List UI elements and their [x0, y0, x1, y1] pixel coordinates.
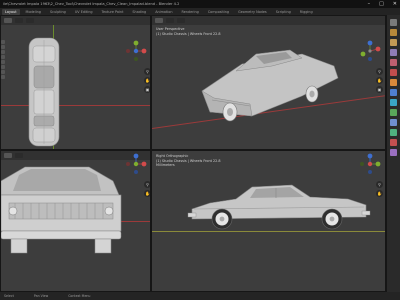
render-properties-icon[interactable] — [390, 29, 397, 36]
title-bar: ile\Chevrolet Impala 1963\2_Chev_Tool\Ch… — [0, 0, 400, 8]
tab-modeling[interactable]: Modeling — [23, 9, 44, 15]
close-button[interactable]: ✕ — [393, 1, 397, 7]
maximize-button[interactable]: □ — [379, 1, 384, 7]
view-controls: ⚲ ✋ — [144, 181, 150, 197]
car-side-view — [187, 184, 371, 230]
properties-sidebar — [386, 15, 400, 292]
camera-icon[interactable]: ▣ — [144, 86, 150, 93]
cursor-tool-icon[interactable] — [1, 45, 5, 49]
window-controls: – □ ✕ — [368, 1, 397, 7]
tab-sculpting[interactable]: Sculpting — [47, 9, 69, 15]
tab-rigging[interactable]: Rigging — [297, 9, 316, 15]
zoom-icon[interactable]: ⚲ — [144, 181, 150, 188]
annotate-tool-icon[interactable] — [1, 70, 5, 74]
hand-icon[interactable]: ✋ — [376, 77, 383, 84]
viewport-right[interactable]: Right Orthographic (1) Studio Chassis | … — [151, 150, 386, 292]
constraint-properties-icon[interactable] — [390, 119, 397, 126]
view-layer-icon[interactable] — [390, 49, 397, 56]
tab-shading[interactable]: Shading — [129, 9, 149, 15]
window-title: ile\Chevrolet Impala 1963\2_Chev_Tool\Ch… — [3, 2, 180, 6]
viewport-top[interactable]: ⚲ ✋ ▣ — [0, 15, 151, 150]
view-controls: ⚲ ✋ ▣ — [144, 68, 150, 93]
tool-properties-icon[interactable] — [390, 19, 397, 26]
car-perspective-view — [201, 49, 339, 122]
particles-properties-icon[interactable] — [390, 99, 397, 106]
move-tool-icon[interactable] — [1, 50, 5, 54]
status-bar: Select Pan View Context Menu — [0, 292, 400, 300]
toolbar-left — [0, 40, 6, 79]
navigation-gizmo[interactable] — [125, 40, 147, 62]
data-properties-icon[interactable] — [390, 129, 397, 136]
viewport-perspective[interactable]: User Perspective (1) Studio Chassis | Wh… — [151, 15, 386, 150]
tab-animation[interactable]: Animation — [152, 9, 175, 15]
transform-tool-icon[interactable] — [1, 65, 5, 69]
texture-properties-icon[interactable] — [390, 149, 397, 156]
measure-tool-icon[interactable] — [1, 75, 5, 79]
navigation-gizmo[interactable] — [359, 40, 381, 62]
object-properties-icon[interactable] — [390, 79, 397, 86]
navigation-gizmo[interactable] — [359, 153, 381, 175]
tab-uv-editing[interactable]: UV Editing — [72, 9, 96, 15]
zoom-icon[interactable]: ⚲ — [376, 181, 383, 188]
hand-icon[interactable]: ✋ — [144, 190, 150, 197]
tab-geometry-nodes[interactable]: Geometry Nodes — [235, 9, 270, 15]
tab-compositing[interactable]: Compositing — [205, 9, 232, 15]
material-properties-icon[interactable] — [390, 139, 397, 146]
physics-properties-icon[interactable] — [390, 109, 397, 116]
scale-tool-icon[interactable] — [1, 60, 5, 64]
rotate-tool-icon[interactable] — [1, 55, 5, 59]
car-top-view — [28, 37, 60, 147]
tab-rendering[interactable]: Rendering — [178, 9, 201, 15]
zoom-icon[interactable]: ⚲ — [376, 68, 383, 75]
world-properties-icon[interactable] — [390, 69, 397, 76]
viewport-front[interactable]: ⚲ ✋ — [0, 150, 151, 292]
hand-icon[interactable]: ✋ — [376, 190, 383, 197]
navigation-gizmo[interactable] — [125, 153, 147, 175]
scene-properties-icon[interactable] — [390, 59, 397, 66]
status-select: Select — [4, 294, 14, 298]
tab-texture-paint[interactable]: Texture Paint — [99, 9, 127, 15]
select-tool-icon[interactable] — [1, 40, 5, 44]
view-controls: ⚲ ✋ ▣ — [376, 68, 383, 93]
view-controls: ⚲ ✋ — [376, 181, 383, 197]
status-context: Context Menu — [68, 294, 91, 298]
tab-layout[interactable]: Layout — [2, 8, 20, 15]
modifier-properties-icon[interactable] — [390, 89, 397, 96]
zoom-icon[interactable]: ⚲ — [144, 68, 150, 75]
camera-icon[interactable]: ▣ — [376, 86, 383, 93]
minimize-button[interactable]: – — [368, 1, 371, 7]
workspace-tabs: Layout Modeling Sculpting UV Editing Tex… — [0, 8, 400, 15]
hand-icon[interactable]: ✋ — [144, 77, 150, 84]
status-pan: Pan View — [33, 294, 49, 298]
tab-scripting[interactable]: Scripting — [273, 9, 294, 15]
output-properties-icon[interactable] — [390, 39, 397, 46]
